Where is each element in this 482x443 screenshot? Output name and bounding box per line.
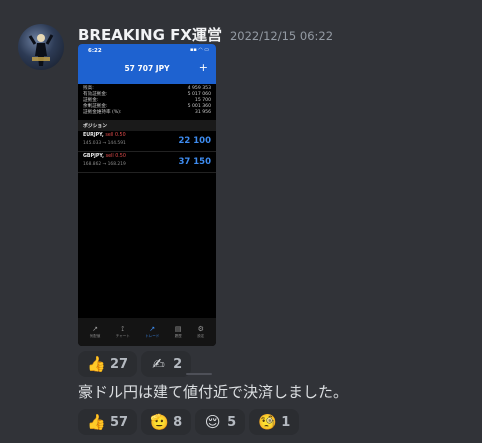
phone-balance: 57 707 JPY	[124, 64, 170, 73]
relieved-face-icon: 😌	[204, 413, 221, 431]
writing-hand-icon: ✍	[152, 355, 165, 373]
reaction-count: 1	[281, 414, 291, 430]
reaction-bar: 👍 57 🫡 8 😌 5 🧐 1	[78, 409, 300, 435]
history-icon: ▤	[174, 325, 182, 333]
position-row: GBPJPY, sell 0.50 168.862 → 168.219 37 1…	[78, 152, 216, 173]
reaction-relieved-face[interactable]: 😌 5	[195, 409, 246, 435]
phone-tab-history: ▤ 履歴	[174, 325, 182, 338]
quotes-icon: ↗	[92, 325, 98, 333]
avatar-silhouette-icon	[28, 34, 54, 66]
reaction-bar: 👍 27 ✍ 2	[78, 351, 192, 377]
position-symbol: EURJPY,	[83, 133, 104, 138]
phone-status-time: 6:22	[88, 48, 102, 54]
phone-tab-quotes: ↗ 気配値	[89, 325, 101, 338]
trade-icon: ↗	[149, 325, 156, 333]
reaction-count: 2	[173, 356, 183, 372]
reaction-count: 8	[173, 414, 183, 430]
username[interactable]: BREAKING FX運営	[78, 24, 222, 45]
saluting-face-icon: 🫡	[150, 413, 169, 431]
position-profit: 22 100	[178, 136, 211, 146]
chart-icon: ⟟	[121, 325, 125, 333]
chat-message: BREAKING FX運営 2022/12/15 06:22 6:22 ▪▪ ◠…	[0, 0, 482, 443]
phone-header: 6:22 ▪▪ ◠ ▭ 57 707 JPY +	[78, 44, 216, 84]
position-symbol: GBPJPY,	[83, 154, 104, 159]
reaction-thumbs-up[interactable]: 👍 57	[78, 409, 138, 435]
gear-icon: ⚙	[197, 325, 204, 333]
message-timestamp[interactable]: 2022/12/15 06:22	[230, 29, 333, 43]
phone-tab-bar: ↗ 気配値 ⟟ チャート ↗ トレード ▤ 履歴 ⚙ 設定	[78, 318, 216, 346]
positions-header: ポジション	[78, 120, 216, 131]
account-summary: 残高: 4 959 353 有効証拠金: 5 017 060 証拠金: 15 700 …	[78, 84, 216, 116]
monocle-face-icon: 🧐	[258, 413, 277, 431]
user-avatar[interactable]	[18, 24, 64, 70]
phone-tab-chart: ⟟ チャート	[115, 325, 130, 338]
position-side: sell 0.50	[105, 133, 126, 138]
position-row: EURJPY, sell 0.50 145.033 → 144.591 22 1…	[78, 131, 216, 152]
thumbs-up-icon: 👍	[87, 413, 106, 431]
image-attachment[interactable]: 6:22 ▪▪ ◠ ▭ 57 707 JPY + 残高: 4 959 353 有効…	[78, 44, 216, 346]
reaction-monocle-face[interactable]: 🧐 1	[249, 409, 300, 435]
phone-tab-settings: ⚙ 設定	[197, 325, 205, 338]
divider-line	[186, 373, 212, 375]
reaction-thumbs-up[interactable]: 👍 27	[78, 351, 138, 377]
reaction-writing-hand[interactable]: ✍ 2	[141, 351, 192, 377]
reaction-count: 27	[110, 356, 129, 372]
position-side: sell 0.50	[105, 154, 126, 159]
phone-tab-trade: ↗ トレード	[145, 325, 160, 338]
reaction-saluting-face[interactable]: 🫡 8	[141, 409, 192, 435]
reaction-count: 57	[110, 414, 129, 430]
phone-add-icon: +	[198, 61, 208, 74]
thumbs-up-icon: 👍	[87, 355, 106, 373]
message-header: BREAKING FX運営 2022/12/15 06:22	[78, 24, 333, 46]
phone-status-icons: ▪▪ ◠ ▭	[189, 47, 209, 53]
position-profit: 37 150	[178, 157, 211, 167]
message-text: 豪ドル円は建て値付近で決済しました。	[78, 383, 349, 401]
reaction-count: 5	[227, 414, 237, 430]
account-row: 証拠金維持率 (%): 31 956	[83, 110, 211, 115]
